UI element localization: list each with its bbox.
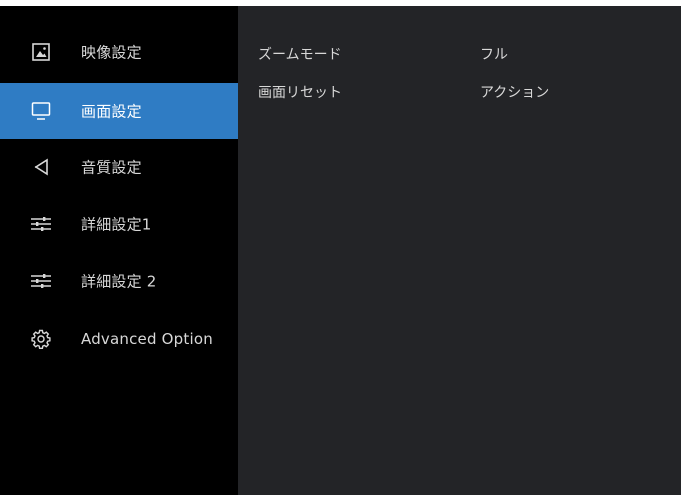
gear-icon (30, 328, 52, 350)
sidebar-item-advanced-option[interactable]: Advanced Option (0, 311, 238, 367)
sidebar-item-label: Advanced Option (81, 330, 213, 348)
setting-name: 画面リセット (258, 85, 342, 101)
settings-panel: ズームモード フル 画面リセット アクション (238, 6, 681, 495)
sidebar-item-advanced-settings-1[interactable]: 詳細設定1 (0, 196, 238, 252)
sliders-icon (30, 213, 52, 235)
setting-name: ズームモード (258, 47, 342, 63)
sidebar-item-picture-settings[interactable]: 映像設定 (0, 24, 238, 80)
sidebar-item-sound-settings[interactable]: 音質設定 (0, 139, 238, 195)
sidebar-item-advanced-settings-2[interactable]: 詳細設定 2 (0, 253, 238, 309)
setting-value: アクション (480, 85, 550, 101)
setting-value: フル (480, 47, 508, 63)
setting-row-zoom-mode[interactable]: ズームモード フル (238, 42, 681, 66)
sidebar-item-screen-settings[interactable]: 画面設定 (0, 83, 238, 139)
screen: 映像設定 画面設定 音質設定 詳細設定1 詳細設定 2 Advanced Opt… (0, 6, 681, 495)
speaker-icon (30, 156, 52, 178)
sidebar-menu: 映像設定 画面設定 音質設定 詳細設定1 詳細設定 2 Advanced Opt… (0, 6, 238, 495)
sidebar-item-label: 映像設定 (81, 43, 142, 62)
sidebar-item-label: 画面設定 (81, 102, 142, 121)
monitor-icon (30, 100, 52, 122)
setting-row-screen-reset[interactable]: 画面リセット アクション (238, 80, 681, 104)
sliders-icon (30, 270, 52, 292)
sidebar-item-label: 詳細設定1 (81, 215, 152, 234)
sidebar-item-label: 詳細設定 2 (81, 272, 157, 291)
sidebar-item-label: 音質設定 (81, 158, 142, 177)
picture-icon (30, 41, 52, 63)
